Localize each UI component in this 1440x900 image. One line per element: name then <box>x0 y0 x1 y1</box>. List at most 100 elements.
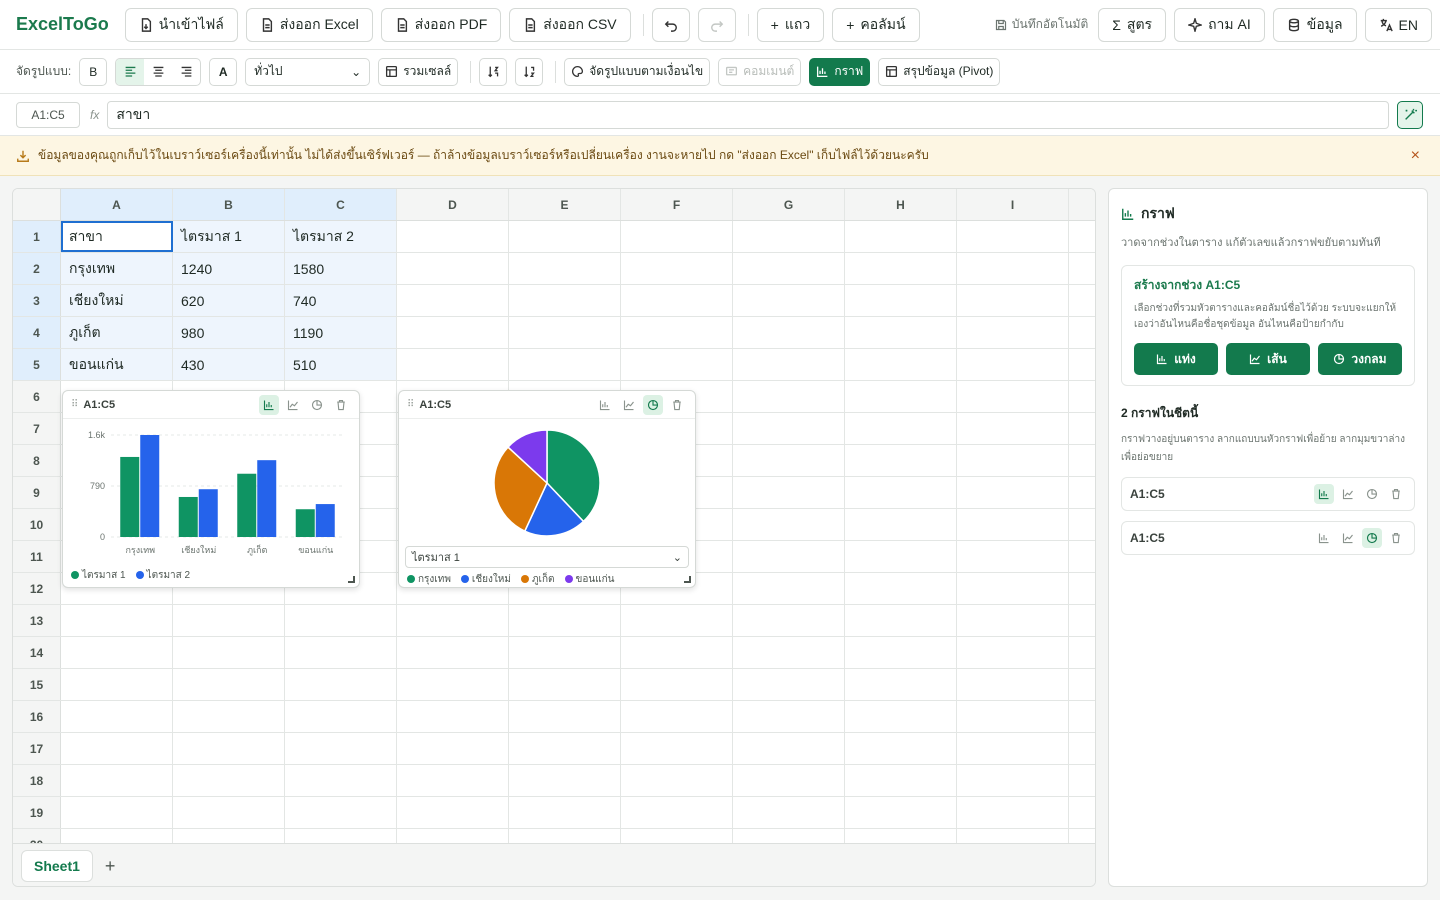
data-button[interactable]: ข้อมูล <box>1272 7 1357 42</box>
grid-cell[interactable] <box>957 669 1069 700</box>
series-select[interactable]: ไตรมาส 1 ⌄ <box>405 546 689 568</box>
row-header[interactable]: 8 <box>13 445 61 476</box>
pie-chart-type-button[interactable] <box>643 394 663 415</box>
grid-cell[interactable] <box>845 509 957 540</box>
grid-cell[interactable] <box>733 605 845 636</box>
column-header-h[interactable]: H <box>845 189 957 220</box>
chart-list-item[interactable]: A1:C5 <box>1121 521 1415 555</box>
comment-button[interactable]: คอมเมนต์ <box>718 57 802 86</box>
grid-cell[interactable]: 740 <box>285 285 397 316</box>
grid-cell[interactable] <box>845 669 957 700</box>
grid-cell[interactable] <box>509 605 621 636</box>
ai-formula-button[interactable] <box>1397 100 1424 129</box>
grid-cell[interactable] <box>621 701 733 732</box>
export-csv-button[interactable]: ส่งออก CSV <box>509 7 631 42</box>
conditional-format-button[interactable]: จัดรูปแบบตามเงื่อนไข <box>564 57 711 86</box>
grid-cell[interactable] <box>845 253 957 284</box>
grid-cell[interactable]: 1190 <box>285 317 397 348</box>
language-button[interactable]: EN <box>1364 7 1432 42</box>
number-format-select[interactable]: ทั่วไป ⌄ <box>245 57 371 86</box>
grid-cell[interactable] <box>957 253 1069 284</box>
bar-chart-type-button[interactable] <box>595 395 615 415</box>
bar-chart-type-button[interactable] <box>1314 484 1334 504</box>
grid-cell[interactable] <box>845 381 957 412</box>
grid-cell[interactable] <box>957 701 1069 732</box>
close-icon[interactable]: × <box>1411 147 1420 165</box>
name-box[interactable]: A1:C5 <box>16 101 80 128</box>
row-header[interactable]: 10 <box>13 509 61 540</box>
grid-cell[interactable] <box>397 637 509 668</box>
grid-cell[interactable] <box>957 637 1069 668</box>
bold-button[interactable]: B <box>79 57 108 86</box>
create-line-chart-button[interactable]: เส้น <box>1226 343 1310 375</box>
create-pie-chart-button[interactable]: วงกลม <box>1318 343 1402 375</box>
row-header[interactable]: 14 <box>13 637 61 668</box>
sort-ascending-button[interactable] <box>479 57 508 86</box>
bar-chart-type-button[interactable] <box>259 394 279 415</box>
add-sheet-button[interactable]: + <box>105 856 116 877</box>
grid-cell[interactable] <box>845 445 957 476</box>
grid-cell[interactable] <box>509 733 621 764</box>
align-left-button[interactable] <box>116 58 145 85</box>
grid-cell[interactable] <box>957 381 1069 412</box>
grid-cell[interactable] <box>845 605 957 636</box>
grid-cell[interactable] <box>397 669 509 700</box>
formula-button[interactable]: Σ สูตร <box>1098 7 1167 42</box>
chart-drag-header[interactable]: ⠿ A1:C5 <box>399 391 695 419</box>
grid-cell[interactable] <box>733 445 845 476</box>
grid-cell[interactable] <box>173 637 285 668</box>
row-header[interactable]: 19 <box>13 797 61 828</box>
grid-cell[interactable] <box>173 733 285 764</box>
grid-cell[interactable] <box>733 765 845 796</box>
formula-input[interactable]: สาขา <box>107 100 1390 129</box>
delete-chart-button[interactable] <box>1386 484 1406 504</box>
grid-cell[interactable] <box>173 605 285 636</box>
grid-cell[interactable] <box>173 669 285 700</box>
grid-cell[interactable] <box>957 285 1069 316</box>
grid-cell[interactable] <box>845 733 957 764</box>
row-header[interactable]: 16 <box>13 701 61 732</box>
grid-cell[interactable]: กรุงเทพ <box>61 253 173 284</box>
row-header[interactable]: 18 <box>13 765 61 796</box>
grid-cell[interactable] <box>621 253 733 284</box>
grid-cell[interactable] <box>733 413 845 444</box>
grid-cell[interactable] <box>285 765 397 796</box>
grid-cell[interactable] <box>957 317 1069 348</box>
grid-cell[interactable] <box>509 285 621 316</box>
pie-chart-type-button[interactable] <box>307 395 327 415</box>
export-pdf-button[interactable]: ส่งออก PDF <box>380 7 502 42</box>
chart-list-item[interactable]: A1:C5 <box>1121 477 1415 511</box>
grid-cell[interactable] <box>621 765 733 796</box>
grid-cell[interactable] <box>957 541 1069 572</box>
grid-cell[interactable] <box>509 317 621 348</box>
grid-cell[interactable] <box>285 605 397 636</box>
column-header-g[interactable]: G <box>733 189 845 220</box>
grid-cell[interactable] <box>509 797 621 828</box>
delete-chart-button[interactable] <box>331 395 351 415</box>
grid-cell[interactable] <box>957 413 1069 444</box>
grid-cell[interactable] <box>845 285 957 316</box>
select-all-corner[interactable] <box>13 189 61 220</box>
grid-cell[interactable] <box>845 221 957 252</box>
grid-cell[interactable]: ไตรมาส 2 <box>285 221 397 252</box>
grid-cell[interactable]: ภูเก็ต <box>61 317 173 348</box>
grid-cell[interactable] <box>845 765 957 796</box>
line-chart-type-button[interactable] <box>1338 484 1358 504</box>
grid-cell[interactable] <box>621 637 733 668</box>
grid-cell[interactable] <box>397 733 509 764</box>
column-header-a[interactable]: A <box>61 189 173 220</box>
column-header-e[interactable]: E <box>509 189 621 220</box>
grid-cell[interactable] <box>397 605 509 636</box>
delete-chart-button[interactable] <box>667 395 687 415</box>
resize-handle-icon[interactable] <box>348 576 355 583</box>
grid-cell[interactable] <box>397 285 509 316</box>
grid-cell[interactable] <box>733 637 845 668</box>
grid-cell[interactable] <box>61 765 173 796</box>
column-header-i[interactable]: I <box>957 189 1069 220</box>
grid-cell[interactable] <box>285 701 397 732</box>
grid-cell[interactable] <box>845 701 957 732</box>
merge-cells-button[interactable]: รวมเซลล์ <box>378 57 459 86</box>
ask-ai-button[interactable]: ถาม AI <box>1174 7 1265 42</box>
grid-cell[interactable] <box>621 797 733 828</box>
grid-cell[interactable] <box>509 701 621 732</box>
